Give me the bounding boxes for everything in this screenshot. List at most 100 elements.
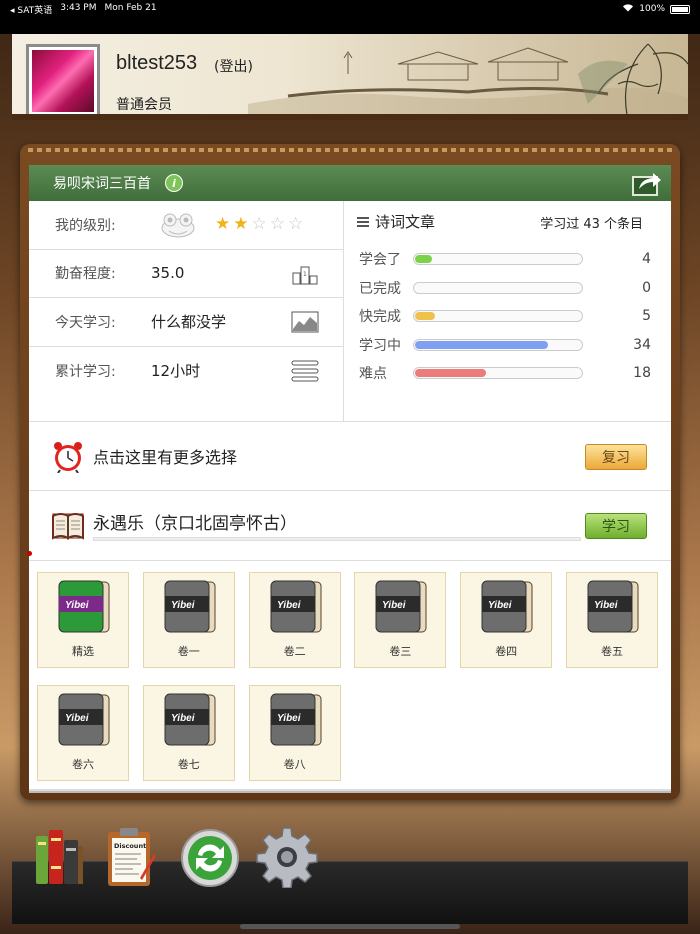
volume-label: 卷七 bbox=[177, 758, 200, 771]
total-row[interactable]: 累计学习: 12小时 bbox=[29, 347, 343, 396]
landscape-painting bbox=[248, 43, 688, 114]
diligence-value: 35.0 bbox=[151, 264, 185, 283]
progress-row[interactable]: 快完成 5 bbox=[359, 306, 659, 326]
settings-gear-icon[interactable] bbox=[256, 826, 318, 888]
progress-bar bbox=[413, 338, 583, 351]
stats-section: 我的级别: ★ ★ ☆ ☆ ☆ 勤奋程度: 35.0 1 今天学习: 什么都没学… bbox=[29, 201, 671, 421]
volume-item[interactable]: Yibei 精选 bbox=[37, 572, 129, 668]
progress-bar bbox=[413, 281, 583, 294]
volume-label: 卷二 bbox=[283, 645, 306, 658]
book-brand: Yibei bbox=[488, 600, 512, 611]
volume-label: 卷八 bbox=[283, 758, 306, 771]
volume-book-icon: Yibei bbox=[270, 693, 322, 746]
diligence-row[interactable]: 勤奋程度: 35.0 1 bbox=[29, 250, 343, 298]
progress-fill bbox=[415, 340, 548, 349]
volume-book-icon: Yibei bbox=[164, 693, 216, 746]
list-icon[interactable] bbox=[291, 360, 319, 382]
book-brand: Yibei bbox=[171, 713, 195, 724]
level-label: 我的级别: bbox=[55, 217, 116, 234]
membership-level: 普通会员 bbox=[116, 97, 172, 113]
home-indicator[interactable] bbox=[240, 924, 460, 929]
today-label: 今天学习: bbox=[55, 314, 116, 331]
progress-label: 学会了 bbox=[359, 252, 401, 268]
volume-label: 卷一 bbox=[177, 645, 200, 658]
volume-label: 卷六 bbox=[72, 758, 94, 771]
bottom-dock: Discount bbox=[12, 827, 688, 924]
open-book-icon bbox=[52, 512, 84, 540]
progress-row[interactable]: 学习中 34 bbox=[359, 335, 659, 355]
volume-item[interactable]: Yibei 卷二 bbox=[248, 572, 341, 668]
progress-fill bbox=[415, 255, 432, 263]
line-chart-icon[interactable] bbox=[291, 311, 319, 333]
progress-count: 18 bbox=[633, 365, 651, 381]
today-row[interactable]: 今天学习: 什么都没学 bbox=[29, 298, 343, 347]
current-study-row[interactable]: 永遇乐（京口北固亭怀古） 学习 bbox=[29, 491, 671, 561]
volume-item[interactable]: Yibei 卷三 bbox=[354, 572, 447, 668]
volume-item[interactable]: Yibei 卷四 bbox=[460, 572, 553, 668]
volume-item[interactable]: Yibei 卷一 bbox=[142, 572, 235, 668]
top-frame bbox=[0, 18, 700, 34]
star-empty-icon: ☆ bbox=[251, 214, 267, 234]
profile-header: bltest253 (登出) 普通会员 bbox=[12, 34, 688, 120]
star-empty-icon: ☆ bbox=[288, 214, 304, 234]
volume-item[interactable]: Yibei 卷六 bbox=[37, 685, 129, 781]
volume-label: 卷五 bbox=[601, 645, 623, 658]
bookshelf-icon[interactable] bbox=[34, 826, 84, 886]
user-stats: 我的级别: ★ ★ ☆ ☆ ☆ 勤奋程度: 35.0 1 今天学习: 什么都没学… bbox=[29, 201, 344, 421]
book-brand: Yibei bbox=[277, 600, 301, 611]
alarm-clock-icon bbox=[54, 442, 82, 473]
course-panel: 易呗宋词三百首 i 我的级别: ★ ★ ☆ ☆ ☆ 勤奋程度: 35.0 1 今… bbox=[27, 165, 671, 789]
book-brand: Yibei bbox=[277, 713, 301, 724]
total-value: 12小时 bbox=[151, 362, 201, 381]
study-button[interactable]: 学习 bbox=[585, 513, 647, 539]
level-stars: ★ ★ ☆ ☆ ☆ bbox=[215, 215, 303, 233]
logout-link[interactable]: (登出) bbox=[214, 56, 253, 76]
star-empty-icon: ☆ bbox=[269, 214, 285, 234]
current-poem-title: 永遇乐（京口北固亭怀古） bbox=[93, 514, 297, 534]
volume-item[interactable]: Yibei 卷七 bbox=[142, 685, 235, 781]
main-board: 易呗宋词三百首 i 我的级别: ★ ★ ☆ ☆ ☆ 勤奋程度: 35.0 1 今… bbox=[20, 144, 680, 800]
avatar-image bbox=[32, 50, 94, 112]
today-value: 什么都没学 bbox=[151, 313, 227, 332]
volume-book-icon: Yibei bbox=[270, 580, 322, 633]
progress-fill bbox=[415, 312, 436, 320]
progress-row[interactable]: 已完成 0 bbox=[359, 278, 659, 298]
book-brand: Yibei bbox=[65, 713, 89, 724]
volume-item[interactable]: Yibei 卷八 bbox=[248, 685, 341, 781]
volume-label: 卷三 bbox=[389, 645, 412, 658]
volume-label: 卷四 bbox=[495, 645, 518, 658]
book-brand: Yibei bbox=[171, 600, 195, 611]
back-to-app-link[interactable]: ◂ SAT英语 bbox=[10, 3, 52, 16]
star-filled-icon: ★ bbox=[215, 214, 231, 234]
more-options-text: 点击这里有更多选择 bbox=[93, 448, 238, 467]
progress-row[interactable]: 学会了 4 bbox=[359, 249, 659, 269]
level-row: 我的级别: ★ ★ ☆ ☆ ☆ bbox=[29, 201, 343, 250]
progress-row[interactable]: 难点 18 bbox=[359, 363, 659, 383]
progress-title: 诗词文章 bbox=[375, 213, 436, 231]
share-icon[interactable] bbox=[631, 169, 663, 197]
volume-item[interactable]: Yibei 卷五 bbox=[566, 572, 658, 668]
review-button[interactable]: 复习 bbox=[585, 444, 647, 470]
poem-progress-track bbox=[93, 537, 581, 541]
progress-label: 快完成 bbox=[359, 309, 401, 325]
course-title-bar: 易呗宋词三百首 i bbox=[29, 165, 671, 201]
more-options-row[interactable]: 点击这里有更多选择 复习 bbox=[29, 421, 671, 491]
clipboard-icon[interactable]: Discount bbox=[106, 826, 156, 888]
frog-icon bbox=[161, 213, 195, 238]
book-brand: Yibei bbox=[594, 600, 618, 611]
progress-count: 34 bbox=[633, 336, 651, 353]
progress-count: 5 bbox=[642, 308, 651, 324]
menu-icon bbox=[357, 216, 369, 227]
ranking-icon[interactable]: 1 bbox=[291, 263, 319, 285]
volume-book-icon: Yibei bbox=[58, 580, 110, 633]
clipboard-label: Discount bbox=[114, 842, 146, 850]
sync-icon[interactable] bbox=[180, 828, 240, 888]
volume-book-icon: Yibei bbox=[375, 580, 427, 633]
avatar[interactable] bbox=[26, 44, 100, 114]
volume-book-icon: Yibei bbox=[587, 580, 639, 633]
svg-text:1: 1 bbox=[303, 271, 307, 278]
status-date: Mon Feb 21 bbox=[104, 2, 157, 13]
progress-count: 4 bbox=[642, 251, 651, 267]
info-icon[interactable]: i bbox=[165, 174, 183, 192]
volume-book-icon: Yibei bbox=[481, 580, 533, 633]
